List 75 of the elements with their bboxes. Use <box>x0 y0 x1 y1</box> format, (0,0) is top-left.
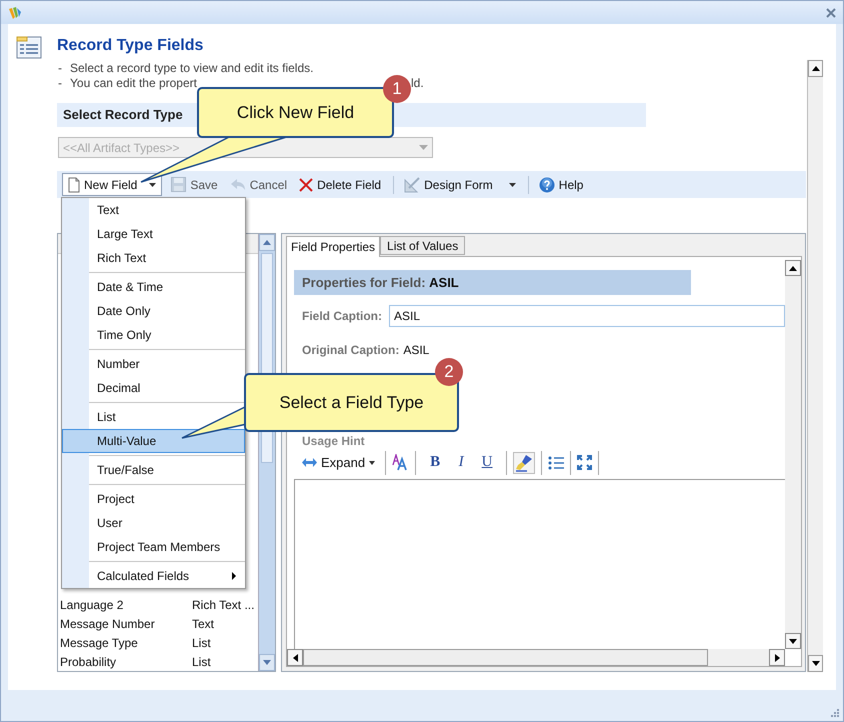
field-value: ASIL <box>403 342 430 359</box>
scroll-up-icon[interactable] <box>789 266 797 270</box>
field-type-cell-text: Rich Text ... <box>192 596 254 614</box>
horizontal-scrollbar[interactable] <box>287 649 785 666</box>
font-color-icon[interactable] <box>392 454 410 471</box>
field-label: Original Caption: <box>302 342 400 359</box>
close-icon[interactable] <box>826 8 836 18</box>
format-painter-button[interactable] <box>513 452 536 474</box>
resize-grip-icon[interactable] <box>830 708 839 717</box>
toolbar-dropdown-button[interactable]: Design Form <box>399 173 521 196</box>
page-title: Record Type Fields <box>57 36 204 56</box>
bold-button[interactable]: B <box>422 451 448 474</box>
field-label: Usage Hint <box>301 434 366 448</box>
menu-item[interactable]: Text <box>62 198 245 222</box>
field-type-cell-text: List <box>192 634 211 652</box>
scroll-thumb[interactable] <box>303 649 708 666</box>
x-icon <box>299 178 314 192</box>
field-type-cell-text: List <box>192 654 211 670</box>
scroll-left-icon[interactable] <box>292 654 298 662</box>
italic-button[interactable]: I <box>448 451 474 474</box>
scroll-right-icon[interactable] <box>774 654 780 662</box>
list-page-icon <box>16 36 42 59</box>
brush-icon <box>515 454 534 472</box>
menu-item[interactable]: Number <box>62 352 245 376</box>
scroll-down-icon[interactable] <box>789 638 797 644</box>
bullet-list-icon[interactable] <box>548 456 564 470</box>
underline-button[interactable]: U <box>474 451 500 474</box>
menu-item[interactable]: User <box>62 511 245 535</box>
properties-header: Properties for Field: ASIL <box>294 270 691 295</box>
field-type-cell-text: Text <box>192 616 214 632</box>
submenu-arrow-icon <box>232 572 236 580</box>
menu-item[interactable]: Multi-Value <box>62 429 245 453</box>
tab[interactable]: Field Properties <box>286 236 380 257</box>
app-logo-icon <box>8 6 22 20</box>
toolbar-button[interactable]: Delete Field <box>294 173 386 196</box>
menu-item[interactable]: Project Team Members <box>62 535 245 559</box>
bullet-marker: - <box>58 60 63 76</box>
field-label: Field Caption: <box>301 308 383 325</box>
menu-item[interactable]: Date & Time <box>62 275 245 299</box>
menu-item[interactable]: Time Only <box>62 323 245 347</box>
field-name-cell-text: Probability <box>59 654 118 670</box>
field-name-cell-text: Message Number <box>59 616 156 632</box>
caption-input[interactable]: ASIL <box>389 305 785 327</box>
help-icon <box>538 176 555 192</box>
note-text: You can edit the propert <box>70 74 197 92</box>
menu-item[interactable]: Rich Text <box>62 246 245 270</box>
dropdown-caret-icon <box>419 145 428 150</box>
properties-scrollbar[interactable] <box>785 260 801 649</box>
menu-item[interactable]: Large Text <box>62 222 245 246</box>
expand-button[interactable]: Expand <box>302 452 380 472</box>
bullet-marker: - <box>58 74 63 92</box>
caret-icon <box>369 460 376 464</box>
menu-item[interactable]: True/False <box>62 458 245 482</box>
double-arrow-icon <box>302 458 317 467</box>
page-icon <box>68 176 80 192</box>
page-scrollbar[interactable] <box>807 60 823 672</box>
back-arrow-icon <box>230 178 246 191</box>
ruler-drawing-icon <box>404 176 420 192</box>
fullscreen-icon[interactable] <box>577 455 592 470</box>
toolbar-button[interactable]: Help <box>534 173 588 196</box>
caret-icon <box>508 182 516 186</box>
tab[interactable]: List of Values <box>380 236 466 255</box>
scroll-up-icon[interactable] <box>812 66 820 71</box>
menu-item[interactable]: Calculated Fields <box>62 564 245 588</box>
menu-item[interactable]: Decimal <box>62 376 245 400</box>
scroll-down-icon[interactable] <box>812 661 820 666</box>
toolbar-dropdown-button[interactable]: New Field <box>62 173 162 196</box>
menu-item[interactable]: Date Only <box>62 299 245 323</box>
field-name-cell-text: Message Type <box>59 634 139 652</box>
section-label: Select Record Type <box>63 106 183 124</box>
callout-tooltip: Click New Field <box>197 87 394 138</box>
note-text: ld. <box>411 74 424 92</box>
field-name-cell-text: Language 2 <box>59 596 124 614</box>
note-text: Select a record type to view and edit its fields. <box>70 60 314 76</box>
menu-item[interactable]: Project <box>62 487 245 511</box>
